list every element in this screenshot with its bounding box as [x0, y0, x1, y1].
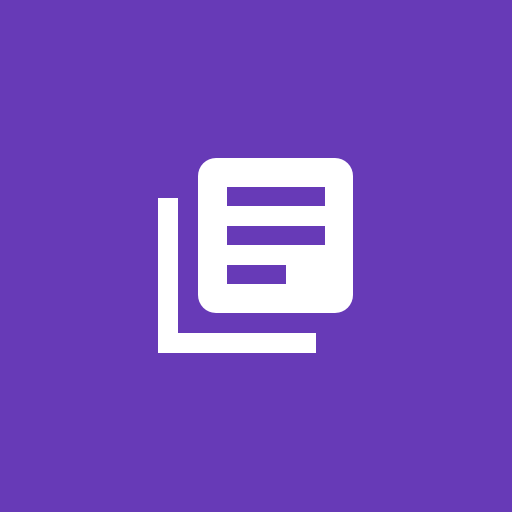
app-icon-tile [0, 0, 512, 512]
text-line-3 [227, 265, 286, 284]
library-books-icon [158, 158, 353, 353]
text-line-1 [227, 187, 325, 206]
text-line-2 [227, 226, 325, 245]
